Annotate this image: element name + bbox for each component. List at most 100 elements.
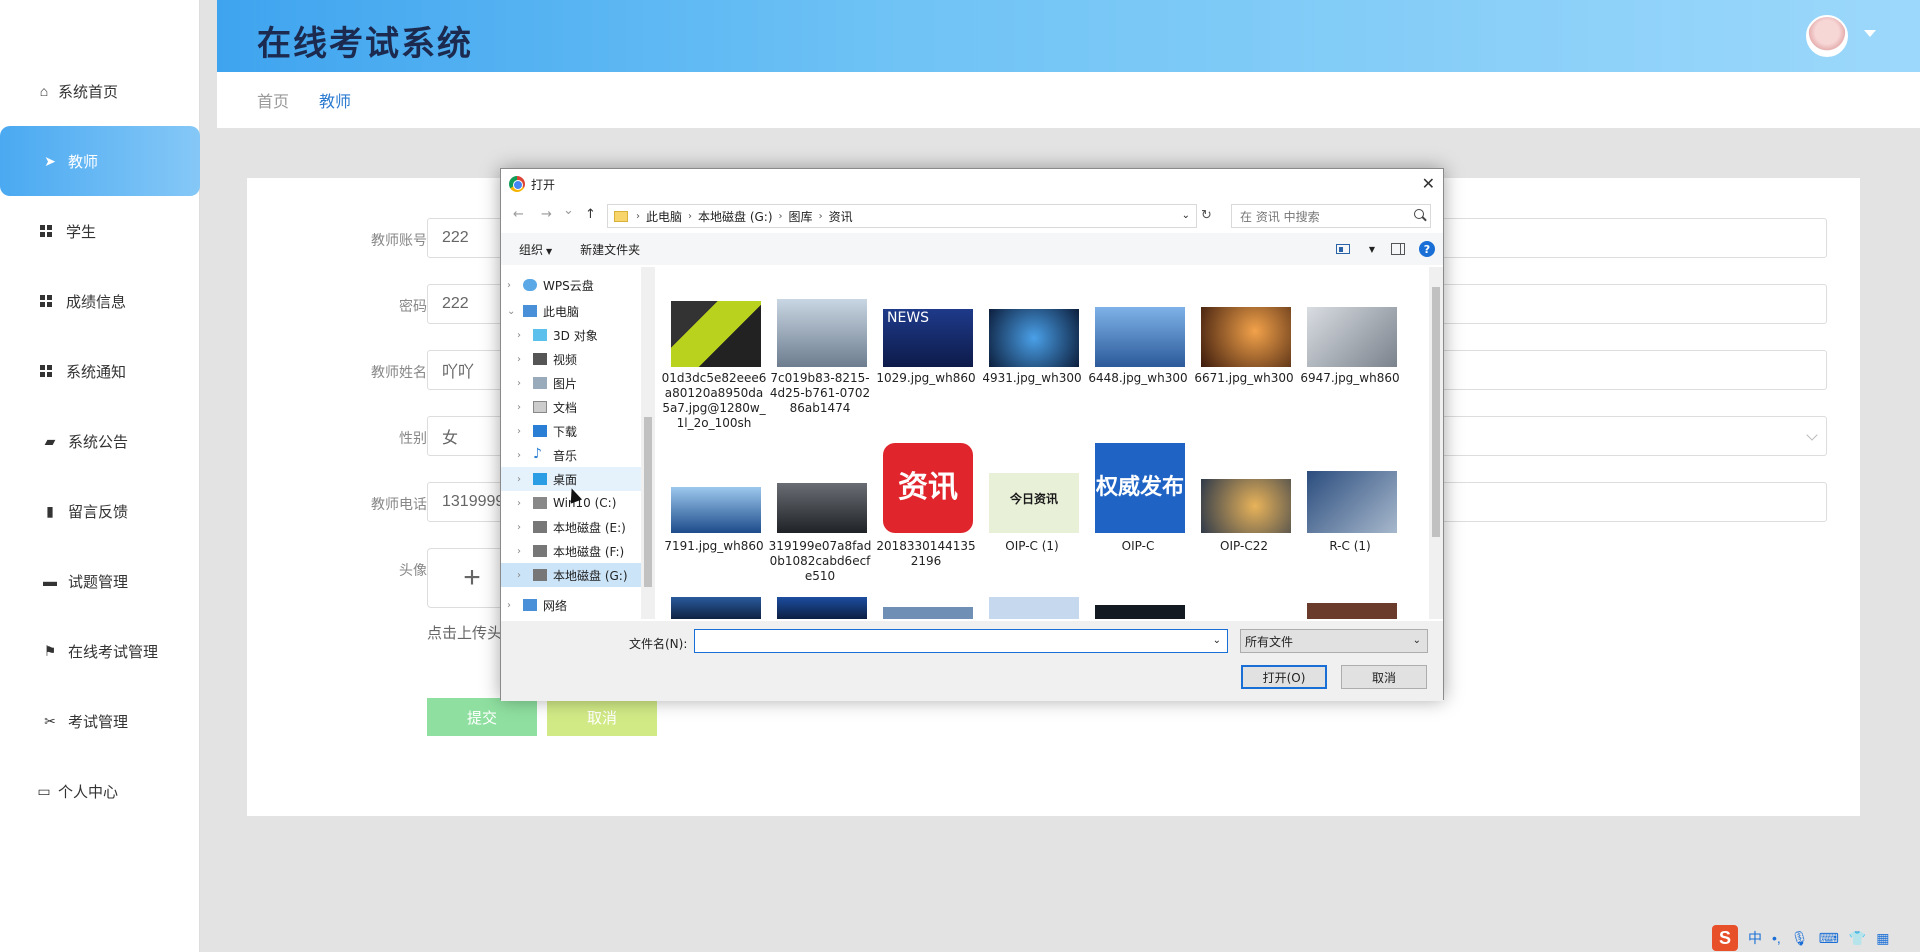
chevron-right-icon[interactable]: ›: [517, 522, 521, 533]
chevron-right-icon[interactable]: ›: [507, 600, 511, 611]
image-thumbnail: [671, 487, 761, 533]
sidebar-item-exam[interactable]: ✂ 考试管理: [0, 686, 200, 756]
chevron-right-icon[interactable]: ›: [517, 570, 521, 581]
sidebar-item-profile[interactable]: ▭ 个人中心: [0, 756, 200, 826]
scroll-thumb[interactable]: [644, 417, 652, 587]
microphone-icon[interactable]: 🎙: [1791, 930, 1809, 947]
breadcrumb-home[interactable]: 首页: [257, 88, 289, 112]
ime-punctuation[interactable]: •,: [1772, 930, 1781, 946]
toolbox-icon[interactable]: ▦: [1876, 930, 1889, 947]
nav-scrollbar[interactable]: [641, 267, 655, 619]
chevron-down-icon[interactable]: [1864, 30, 1876, 37]
chevron-right-icon[interactable]: ›: [517, 426, 521, 437]
keyboard-icon[interactable]: ⌨: [1819, 930, 1839, 947]
image-thumbnail[interactable]: [777, 597, 867, 619]
nav-item-network[interactable]: › 网络: [501, 593, 641, 617]
avatar-label: 头像: [399, 562, 427, 578]
open-button[interactable]: 打开(O): [1241, 665, 1327, 689]
sidebar-item-student[interactable]: 学生: [0, 196, 200, 266]
path-segment[interactable]: 本地磁盘 (G:): [698, 208, 773, 225]
sidebar-item-feedback[interactable]: ▮ 留言反馈: [0, 476, 200, 546]
submit-button[interactable]: 提交: [427, 698, 537, 736]
nav-item-pictures[interactable]: › 图片: [501, 371, 641, 395]
nav-item-music[interactable]: › ♪ 音乐: [501, 443, 641, 467]
address-bar[interactable]: › 此电脑 › 本地磁盘 (G:) › 图库 › 资讯 ⌄: [607, 204, 1197, 228]
sidebar-item-questions[interactable]: ▬ 试题管理: [0, 546, 200, 616]
image-thumbnail[interactable]: [1095, 605, 1185, 619]
sidebar-item-announcement[interactable]: ▰ 系统公告: [0, 406, 200, 476]
nav-item-drive-f[interactable]: › 本地磁盘 (F:): [501, 539, 641, 563]
dialog-title: 打开: [531, 177, 556, 192]
up-arrow-icon[interactable]: ↑: [585, 207, 596, 222]
sidebar-item-online-exam[interactable]: ⚑ 在线考试管理: [0, 616, 200, 686]
chevron-down-icon[interactable]: ⌄: [507, 306, 515, 317]
ime-toolbar: S 中 •, 🎙 ⌨ 👕 ▦: [1712, 924, 1920, 952]
chevron-right-icon[interactable]: ›: [517, 402, 521, 413]
sidebar-item-notice[interactable]: 系统通知: [0, 336, 200, 406]
chevron-right-icon[interactable]: ›: [517, 354, 521, 365]
chevron-right-icon[interactable]: ›: [507, 280, 511, 291]
refresh-icon[interactable]: ↻: [1201, 208, 1212, 223]
nav-item-label: 本地磁盘 (G:): [553, 568, 628, 583]
nav-item-drive-e[interactable]: › 本地磁盘 (E:): [501, 515, 641, 539]
nav-item-downloads[interactable]: › 下载: [501, 419, 641, 443]
nav-item-documents[interactable]: › 文档: [501, 395, 641, 419]
help-icon[interactable]: ?: [1419, 241, 1435, 257]
caret-down-icon[interactable]: ▼: [1369, 245, 1375, 254]
view-options-icon[interactable]: [1335, 244, 1350, 254]
path-segment[interactable]: 资讯: [829, 208, 853, 225]
chevron-down-icon[interactable]: ⌄: [1182, 210, 1190, 221]
nav-item-wps-cloud[interactable]: › WPS云盘: [501, 273, 641, 297]
chevron-right-icon[interactable]: ›: [517, 474, 521, 485]
recent-dropdown-icon[interactable]: ⌄: [563, 203, 574, 218]
path-segment[interactable]: 此电脑: [646, 208, 682, 225]
nav-item-drive-g[interactable]: › 本地磁盘 (G:): [501, 563, 641, 587]
search-input[interactable]: 在 资讯 中搜索: [1231, 204, 1431, 228]
nav-item-videos[interactable]: › 视频: [501, 347, 641, 371]
image-thumbnail[interactable]: [883, 607, 973, 619]
image-thumbnail[interactable]: [671, 597, 761, 619]
chevron-right-icon[interactable]: ›: [517, 330, 521, 341]
chevron-right-icon[interactable]: ›: [517, 546, 521, 557]
file-scrollbar[interactable]: [1429, 267, 1443, 619]
organize-button[interactable]: 组织 ▼: [519, 241, 552, 258]
sidebar-item-home[interactable]: ⌂ 系统首页: [0, 56, 200, 126]
dialog-titlebar[interactable]: 打开 ✕: [501, 169, 1443, 199]
sogou-logo-icon[interactable]: S: [1712, 925, 1738, 951]
chevron-right-icon[interactable]: ›: [517, 450, 521, 461]
avatar[interactable]: [1806, 15, 1848, 57]
sidebar-item-scores[interactable]: 成绩信息: [0, 266, 200, 336]
dialog-cancel-button[interactable]: 取消: [1341, 665, 1427, 689]
image-thumbnail: [1307, 307, 1397, 367]
download-icon: [533, 425, 547, 437]
skin-icon[interactable]: 👕: [1849, 930, 1866, 947]
image-thumbnail[interactable]: [1307, 603, 1397, 619]
chevron-right-icon[interactable]: ›: [517, 378, 521, 389]
forward-arrow-icon[interactable]: →: [541, 207, 552, 222]
back-arrow-icon[interactable]: ←: [513, 207, 524, 222]
chevron-down-icon[interactable]: ⌄: [1213, 635, 1221, 646]
filename-input[interactable]: ⌄: [694, 629, 1228, 653]
ime-language[interactable]: 中: [1748, 928, 1762, 948]
image-thumbnail[interactable]: [989, 597, 1079, 619]
cancel-button[interactable]: 取消: [547, 698, 657, 736]
organize-label: 组织: [519, 242, 544, 257]
file-open-dialog: 打开 ✕ ← → ⌄ ↑ › 此电脑 › 本地磁盘 (G:) › 图库 › 资讯…: [500, 168, 1444, 701]
nav-item-this-pc[interactable]: ⌄ 此电脑: [501, 299, 641, 323]
grid-icon: [40, 225, 52, 237]
sidebar-item-teacher[interactable]: ➤ 教师: [0, 126, 200, 196]
chevron-down-icon: ⌄: [1412, 635, 1421, 646]
filetype-select[interactable]: 所有文件 ⌄: [1240, 629, 1428, 653]
cube-icon: [533, 329, 547, 341]
path-segment[interactable]: 图库: [789, 208, 813, 225]
image-thumbnail: [1201, 307, 1291, 367]
folder-icon: [614, 210, 628, 222]
drive-icon: [533, 545, 547, 557]
chevron-right-icon[interactable]: ›: [517, 498, 521, 509]
close-icon[interactable]: ✕: [1422, 174, 1435, 193]
nav-item-3d-objects[interactable]: › 3D 对象: [501, 323, 641, 347]
desktop-icon: [533, 473, 547, 485]
new-folder-button[interactable]: 新建文件夹: [580, 241, 640, 258]
scroll-thumb[interactable]: [1432, 287, 1440, 537]
preview-pane-icon[interactable]: [1391, 243, 1405, 255]
